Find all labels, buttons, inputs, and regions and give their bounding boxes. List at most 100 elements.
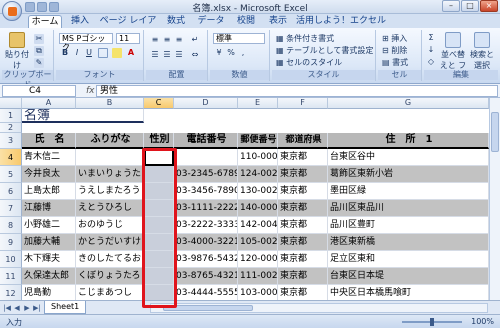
- cell-address[interactable]: 台東区谷中: [328, 149, 489, 166]
- clear-icon[interactable]: ◇: [426, 57, 436, 67]
- cell-phone[interactable]: 03-8765-4321: [174, 268, 238, 285]
- col-header-g[interactable]: G: [328, 98, 489, 109]
- cell-kana[interactable]: [76, 149, 144, 166]
- cell-zip[interactable]: 120-0003: [238, 251, 278, 268]
- border-icon[interactable]: [98, 48, 108, 58]
- cell-kana[interactable]: かとうだいすけ: [76, 234, 144, 251]
- cell-prefecture[interactable]: 東京都: [278, 183, 328, 200]
- cell-name[interactable]: 久保達太郎: [22, 268, 76, 285]
- col-header-d[interactable]: D: [174, 98, 238, 109]
- number-format-select[interactable]: 標準: [213, 33, 265, 44]
- cell-name[interactable]: 青木信二: [22, 149, 76, 166]
- undo-icon[interactable]: [37, 2, 47, 12]
- row-header[interactable]: 4: [0, 149, 22, 166]
- tab-home[interactable]: ホーム: [28, 15, 62, 28]
- cell-name[interactable]: 上島太郎: [22, 183, 76, 200]
- col-header-f[interactable]: F: [278, 98, 328, 109]
- row-header[interactable]: 12: [0, 285, 22, 300]
- cell-prefecture[interactable]: 東京都: [278, 268, 328, 285]
- cell-gender[interactable]: [144, 166, 174, 183]
- row-header[interactable]: 6: [0, 183, 22, 200]
- last-sheet-icon[interactable]: ▶|: [32, 303, 42, 313]
- cell-gender[interactable]: [144, 285, 174, 300]
- cell-kana[interactable]: えとうひろし: [76, 200, 144, 217]
- cell-address[interactable]: 葛飾区東新小岩: [328, 166, 489, 183]
- maximize-button[interactable]: □: [461, 0, 479, 12]
- save-icon[interactable]: [25, 2, 35, 12]
- cell-zip[interactable]: 142-0042: [238, 217, 278, 234]
- horizontal-scroll-thumb[interactable]: [163, 305, 253, 311]
- zoom-slider[interactable]: [402, 318, 462, 326]
- cell-phone[interactable]: 03-2222-3333: [174, 217, 238, 234]
- tab-custom[interactable]: 活用しよう！エクセル: [296, 15, 386, 28]
- comma-button[interactable]: ,: [238, 48, 248, 58]
- header-name[interactable]: 氏 名: [22, 133, 76, 149]
- merge-center-icon[interactable]: ⇔: [190, 50, 200, 60]
- header-prefecture[interactable]: 都道府県: [278, 133, 328, 149]
- cell-phone[interactable]: 03-2345-6789: [174, 166, 238, 183]
- zoom-level[interactable]: 100%: [471, 317, 494, 326]
- font-name-select[interactable]: MS Pゴシック: [59, 33, 113, 52]
- font-size-select[interactable]: 11: [116, 33, 140, 44]
- header-address[interactable]: 住 所 1: [328, 133, 489, 149]
- header-phone[interactable]: 電話番号: [174, 133, 238, 149]
- cell-address[interactable]: 品川区豊町: [328, 217, 489, 234]
- cell-gender[interactable]: [144, 268, 174, 285]
- align-center-icon[interactable]: ☰: [162, 50, 172, 60]
- cell-kana[interactable]: くぼりょうたろう: [76, 268, 144, 285]
- cell-name[interactable]: 今井良太: [22, 166, 76, 183]
- vertical-scrollbar[interactable]: [489, 98, 500, 300]
- cell-phone[interactable]: 03-4444-5555: [174, 285, 238, 300]
- cell-address[interactable]: 墨田区緑: [328, 183, 489, 200]
- cell-zip[interactable]: 105-0021: [238, 234, 278, 251]
- prev-sheet-icon[interactable]: ◀: [12, 303, 22, 313]
- row-header[interactable]: 1: [0, 109, 22, 123]
- cell-zip[interactable]: 110-0001: [238, 149, 278, 166]
- fill-icon[interactable]: ↓: [426, 45, 436, 55]
- cell-kana[interactable]: いまいりょうた: [76, 166, 144, 183]
- paste-button[interactable]: 貼り付け: [4, 32, 30, 71]
- horizontal-scrollbar[interactable]: [150, 303, 488, 313]
- col-header-c[interactable]: C: [144, 98, 174, 109]
- zoom-slider-handle[interactable]: [430, 318, 434, 326]
- cell-address[interactable]: 中央区日本橋馬喰町: [328, 285, 489, 300]
- italic-button[interactable]: I: [72, 48, 82, 58]
- tab-review[interactable]: 校閲: [232, 15, 260, 28]
- col-header-b[interactable]: B: [76, 98, 144, 109]
- cell-prefecture[interactable]: 東京都: [278, 234, 328, 251]
- percent-button[interactable]: %: [226, 48, 236, 58]
- cell-prefecture[interactable]: 東京都: [278, 149, 328, 166]
- cut-icon[interactable]: ✂: [34, 34, 44, 44]
- tab-insert[interactable]: 挿入: [66, 15, 94, 28]
- cell-zip[interactable]: 124-0023: [238, 166, 278, 183]
- row-header[interactable]: 9: [0, 234, 22, 251]
- row-header[interactable]: 8: [0, 217, 22, 234]
- first-sheet-icon[interactable]: |◀: [2, 303, 12, 313]
- cell-gender[interactable]: [144, 200, 174, 217]
- cell-kana[interactable]: おのゆうじ: [76, 217, 144, 234]
- bold-button[interactable]: B: [60, 48, 70, 58]
- cell-address[interactable]: 品川区東品川: [328, 200, 489, 217]
- cell-phone[interactable]: 03-4000-3221: [174, 234, 238, 251]
- cell-kana[interactable]: こじまあつし: [76, 285, 144, 300]
- col-header-e[interactable]: E: [238, 98, 278, 109]
- cell-phone[interactable]: 03-1111-2222: [174, 200, 238, 217]
- cell-phone[interactable]: 03-9876-5432: [174, 251, 238, 268]
- select-all-corner[interactable]: [0, 98, 22, 109]
- cell-kana[interactable]: うえしまたろう: [76, 183, 144, 200]
- sheet-tab-sheet1[interactable]: Sheet1: [44, 301, 87, 314]
- formula-input[interactable]: 男性: [96, 85, 498, 97]
- cell-zip[interactable]: 103-0002: [238, 285, 278, 300]
- cell-name[interactable]: 木下輝夫: [22, 251, 76, 268]
- format-as-table-button[interactable]: ▦ テーブルとして書式設定: [276, 45, 373, 56]
- col-header-a[interactable]: A: [22, 98, 76, 109]
- cell-zip[interactable]: 140-0002: [238, 200, 278, 217]
- align-right-icon[interactable]: ☰: [174, 50, 184, 60]
- row-header[interactable]: 10: [0, 251, 22, 268]
- copy-icon[interactable]: ⧉: [34, 46, 44, 56]
- tab-page-layout[interactable]: ページ レイアウト: [98, 15, 158, 39]
- cell-address[interactable]: 足立区東和: [328, 251, 489, 268]
- align-bottom-icon[interactable]: ≡: [174, 35, 184, 45]
- cell-prefecture[interactable]: 東京都: [278, 166, 328, 183]
- cell-gender[interactable]: [144, 217, 174, 234]
